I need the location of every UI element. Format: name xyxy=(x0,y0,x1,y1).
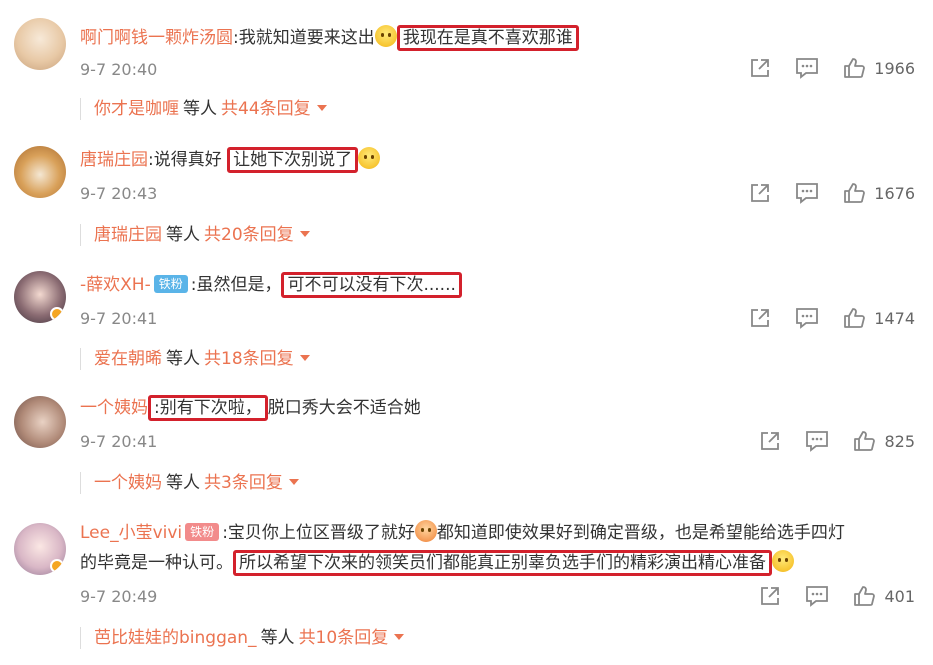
timestamp: 9-7 20:49 xyxy=(80,587,158,606)
comment-text-cont: 都知道即使效果好到确定晋级，也是希望能给选手四灯 xyxy=(436,523,845,543)
username[interactable]: Lee_小莹vivi xyxy=(80,523,182,543)
username[interactable]: 啊门啊钱一颗炸汤圆 xyxy=(80,28,233,48)
like-count: 1474 xyxy=(874,308,915,328)
chevron-down-icon[interactable] xyxy=(316,105,327,111)
timestamp: 9-7 20:41 xyxy=(80,432,158,451)
like-icon[interactable] xyxy=(852,429,876,453)
reply-username[interactable]: 芭比娃娃的binggan_ xyxy=(94,628,257,648)
timestamp: 9-7 20:41 xyxy=(80,309,158,328)
comment-text: :宝贝你上位区晋级了就好 xyxy=(222,523,415,543)
share-icon[interactable] xyxy=(758,429,782,453)
like-count: 825 xyxy=(884,431,915,451)
shrug-emoji-icon xyxy=(772,550,794,572)
comment-icon[interactable] xyxy=(804,584,830,608)
avatar[interactable] xyxy=(14,396,66,448)
reply-count[interactable]: 共18条回复 xyxy=(204,349,294,369)
username[interactable]: 唐瑞庄园 xyxy=(80,150,148,170)
reply-username[interactable]: 一个姨妈 xyxy=(94,473,162,493)
comment-text-line2: 的毕竟是一种认可。 xyxy=(80,553,233,573)
highlighted-text: 让她下次别说了 xyxy=(227,147,359,173)
like-icon[interactable] xyxy=(842,56,866,80)
reply-summary[interactable]: 一个姨妈 等人 共3条回复 xyxy=(80,472,299,494)
share-icon[interactable] xyxy=(758,584,782,608)
avatar[interactable] xyxy=(14,146,66,198)
comment-item: 唐瑞庄园:说得真好 让她下次别说了 9-7 20:43 1676 唐瑞庄园 等人共… xyxy=(0,130,933,255)
fan-badge[interactable]: 铁粉 xyxy=(153,275,188,293)
fan-badge[interactable]: 铁粉 xyxy=(185,523,220,541)
thinking-emoji-icon xyxy=(358,147,381,169)
verified-badge-icon xyxy=(50,559,64,573)
comment-icon[interactable] xyxy=(804,429,830,453)
share-icon[interactable] xyxy=(748,56,772,80)
comment-icon[interactable] xyxy=(794,306,820,330)
comment-icon[interactable] xyxy=(794,56,820,80)
highlighted-text: 我现在是真不喜欢那谁 xyxy=(396,25,579,51)
reply-mid: 等人 xyxy=(166,473,200,493)
heart-eyes-emoji-icon xyxy=(414,520,437,542)
like-count: 1966 xyxy=(874,58,915,78)
comment-text: :虽然但是， xyxy=(190,275,282,295)
reply-mid: 等人 xyxy=(183,99,217,119)
reply-summary[interactable]: 芭比娃娃的binggan_ 等人 共10条回复 xyxy=(80,627,405,649)
avatar[interactable] xyxy=(14,18,66,70)
chevron-down-icon[interactable] xyxy=(394,634,405,640)
reply-mid: 等人 xyxy=(260,628,295,648)
comment-text: :我就知道要来这出 xyxy=(233,28,375,48)
reply-summary[interactable]: 你才是咖喱 等人 共44条回复 xyxy=(80,98,327,120)
timestamp: 9-7 20:40 xyxy=(80,60,158,79)
comment-item: Lee_小莹vivi 铁粉:宝贝你上位区晋级了就好 都知道即使效果好到确定晋级，也是… xyxy=(0,505,933,665)
like-icon[interactable] xyxy=(842,181,866,205)
share-icon[interactable] xyxy=(748,181,772,205)
like-count: 1676 xyxy=(874,183,915,203)
comment-item: 一个姨妈:别有下次啦， 脱口秀大会不适合她 9-7 20:41 825 一个姨妈等… xyxy=(0,380,933,505)
smile-emoji-icon xyxy=(374,25,397,47)
username[interactable]: -薛欢XH- xyxy=(80,275,151,295)
share-icon[interactable] xyxy=(748,306,772,330)
highlighted-text: :别有下次啦， xyxy=(148,395,268,421)
like-icon[interactable] xyxy=(842,306,866,330)
comment-text: :说得真好 xyxy=(148,150,222,170)
avatar[interactable] xyxy=(14,523,66,575)
reply-summary[interactable]: 爱在朝晞 等人 共18条回复 xyxy=(80,348,310,370)
reply-username[interactable]: 你才是咖喱 xyxy=(94,99,179,119)
comment-icon[interactable] xyxy=(794,181,820,205)
reply-mid: 等人 xyxy=(166,349,200,369)
comment-item: -薛欢XH- 铁粉:虽然但是， 可不可以没有下次...... 9-7 20:41 1… xyxy=(0,255,933,380)
chevron-down-icon[interactable] xyxy=(299,231,310,237)
chevron-down-icon[interactable] xyxy=(299,355,310,361)
highlighted-text: 所以希望下次来的领笑员们都能真正别辜负选手们的精彩演出精心准备 xyxy=(233,550,772,576)
reply-count[interactable]: 共3条回复 xyxy=(204,473,283,493)
timestamp: 9-7 20:43 xyxy=(80,184,158,203)
highlighted-text: 可不可以没有下次...... xyxy=(281,272,462,298)
reply-summary[interactable]: 唐瑞庄园 等人 共20条回复 xyxy=(80,224,310,246)
reply-mid: 等人 xyxy=(166,225,200,245)
comment-item: 啊门啊钱一颗炸汤圆:我就知道要来这出 我现在是真不喜欢那谁 9-7 20:40 1… xyxy=(0,0,933,130)
chevron-down-icon[interactable] xyxy=(288,479,299,485)
comment-text: 脱口秀大会不适合她 xyxy=(267,398,421,418)
username[interactable]: 一个姨妈 xyxy=(80,398,148,418)
reply-count[interactable]: 共10条回复 xyxy=(299,628,389,648)
reply-count[interactable]: 共20条回复 xyxy=(204,225,294,245)
reply-count[interactable]: 共44条回复 xyxy=(221,99,311,119)
like-count: 401 xyxy=(884,586,915,606)
avatar[interactable] xyxy=(14,271,66,323)
verified-badge-icon xyxy=(50,307,64,321)
reply-username[interactable]: 唐瑞庄园 xyxy=(94,225,162,245)
reply-username[interactable]: 爱在朝晞 xyxy=(94,349,162,369)
like-icon[interactable] xyxy=(852,584,876,608)
